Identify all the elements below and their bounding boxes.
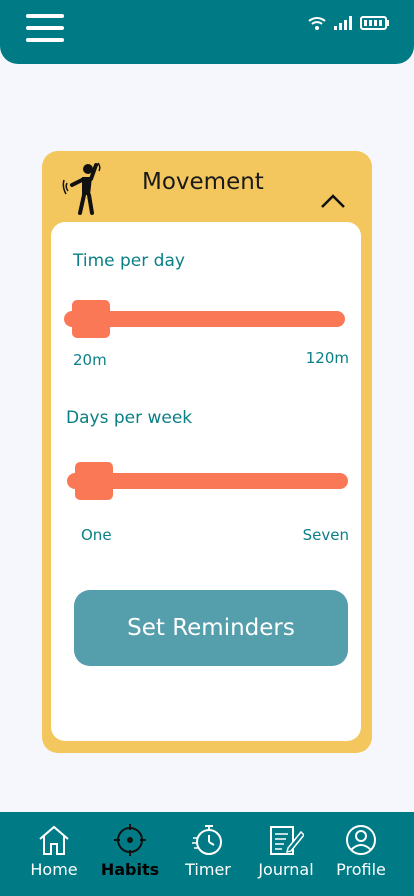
- nav-habits-label: Habits: [100, 860, 160, 879]
- set-reminders-button[interactable]: Set Reminders: [74, 590, 348, 666]
- nav-home[interactable]: Home: [15, 812, 93, 896]
- nav-profile[interactable]: Profile: [322, 812, 400, 896]
- movement-card: Movement Time per day 20m 120m Days per …: [42, 151, 372, 753]
- journal-icon: [270, 826, 304, 855]
- time-max-label: 120m: [305, 349, 349, 367]
- nav-journal[interactable]: Journal: [247, 812, 325, 896]
- top-bar: [0, 0, 414, 64]
- profile-icon: [346, 825, 376, 855]
- battery-icon: [360, 16, 389, 30]
- signal-icon: [334, 16, 352, 30]
- nav-home-label: Home: [30, 860, 78, 879]
- nav-habits[interactable]: Habits: [91, 812, 169, 896]
- chevron-up-icon[interactable]: [320, 193, 346, 209]
- days-min-label: One: [81, 526, 112, 544]
- hamburger-icon[interactable]: [26, 14, 64, 42]
- stopwatch-icon: [192, 825, 222, 855]
- days-per-week-label: Days per week: [66, 408, 193, 428]
- time-min-label: 20m: [73, 351, 107, 369]
- nav-journal-label: Journal: [258, 860, 314, 879]
- time-per-day-label: Time per day: [73, 251, 185, 271]
- nav-profile-label: Profile: [336, 860, 386, 879]
- dancing-person-icon: [62, 162, 101, 215]
- settings-panel: Time per day 20m 120m Days per week One …: [51, 222, 361, 741]
- days-slider-thumb[interactable]: [75, 462, 113, 500]
- target-icon: [114, 824, 146, 856]
- home-icon: [39, 825, 69, 855]
- wifi-icon: [308, 17, 326, 30]
- time-slider-thumb[interactable]: [72, 300, 110, 338]
- bottom-nav: Home Habits Timer Journal Profile: [0, 812, 414, 896]
- nav-timer-label: Timer: [185, 860, 231, 879]
- status-icons: [308, 16, 390, 30]
- card-title: Movement: [142, 169, 264, 195]
- nav-timer[interactable]: Timer: [169, 812, 247, 896]
- days-max-label: Seven: [302, 526, 349, 544]
